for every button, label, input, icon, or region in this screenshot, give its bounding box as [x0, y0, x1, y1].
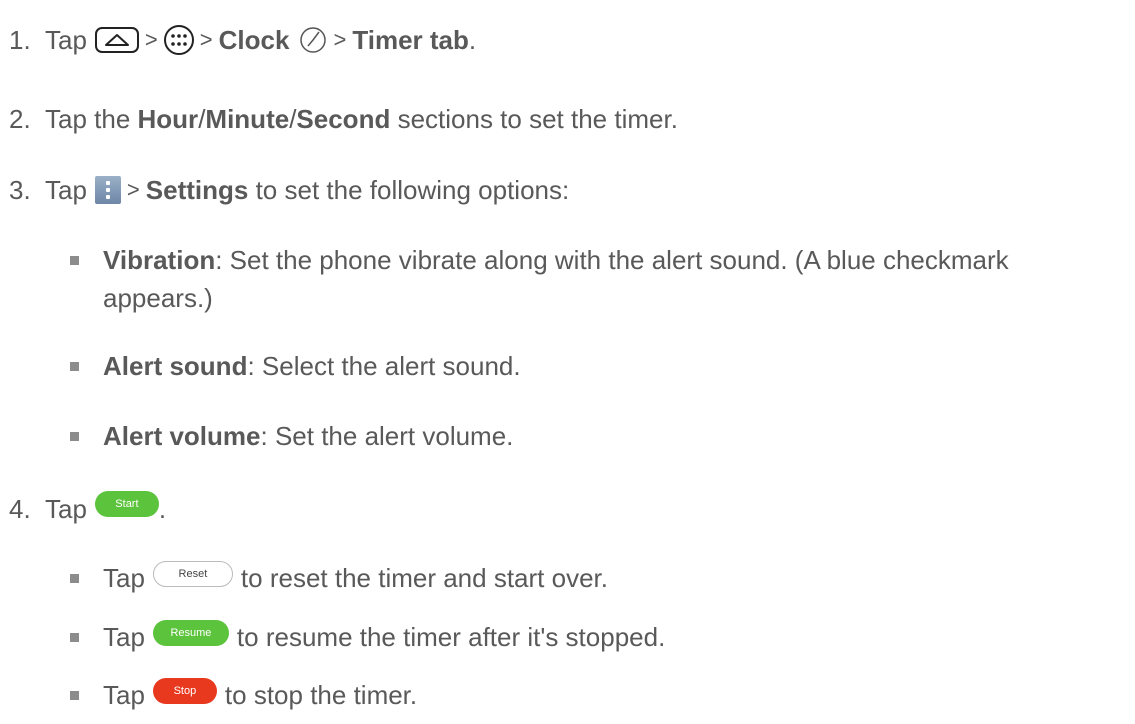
step-4: 4. Tap Start . [9, 491, 167, 525]
option-text: appears.) [103, 283, 213, 313]
option-text: : Set the phone vibrate along with the a… [215, 245, 1009, 275]
start-button: Start [94, 491, 159, 517]
option-label: Alert volume [103, 421, 261, 451]
option-vibration-continued: appears.) [103, 282, 213, 314]
option-alert-sound: Alert sound : Select the alert sound. [70, 350, 521, 382]
minute-label: Minute [205, 104, 290, 134]
separator: > [199, 27, 213, 52]
option-label: Alert sound [103, 351, 248, 381]
step-text: to set the following options: [248, 175, 570, 205]
step-text: Tap the [45, 104, 138, 134]
clock-label: Clock [218, 25, 290, 55]
slash: / [289, 104, 297, 134]
separator: > [126, 177, 140, 202]
reset-button: Reset [152, 561, 233, 587]
bullet [70, 690, 79, 700]
tap-text: Tap [45, 175, 87, 205]
option-text: : Set the alert volume. [260, 421, 514, 451]
substep-stop: Tap Stop to stop the timer. [70, 678, 418, 711]
option-label: Vibration [103, 245, 216, 275]
substep-text: to resume the timer after it's stopped. [236, 622, 666, 652]
tap-text: Tap [103, 622, 145, 652]
timer-tab-label: Timer tab [352, 25, 469, 55]
step-number: 2. [9, 104, 31, 134]
menu-icon [94, 176, 121, 204]
period: . [468, 25, 477, 55]
substep-text: to reset the timer and start over. [240, 563, 608, 593]
settings-label: Settings [145, 175, 249, 205]
home-key-icon [94, 27, 139, 53]
substep-reset: Tap Reset to reset the timer and start o… [70, 561, 608, 594]
step-number: 1. [9, 25, 31, 55]
step-3: 3. Tap > Settings to set the following o… [9, 174, 569, 206]
period: . [158, 494, 167, 524]
tap-text: Tap [103, 680, 145, 710]
step-number: 3. [9, 175, 31, 205]
tap-text: Tap [45, 25, 87, 55]
hour-label: Hour [137, 104, 199, 134]
step-1: 1. Tap > > Clock > Timer tab . [9, 24, 476, 56]
bullet [70, 255, 79, 265]
bullet [70, 632, 79, 642]
tap-text: Tap [103, 563, 145, 593]
option-vibration: Vibration : Set the phone vibrate along … [70, 244, 1009, 276]
resume-button: Resume [152, 620, 229, 646]
option-alert-volume: Alert volume : Set the alert volume. [70, 420, 513, 452]
second-label: Second [296, 104, 391, 134]
separator: > [144, 27, 158, 52]
stop-button: Stop [152, 678, 217, 704]
bullet [70, 361, 79, 371]
apps-icon [163, 25, 194, 55]
separator: > [333, 27, 347, 52]
clock-icon [299, 26, 327, 54]
step-2: 2. Tap the Hour / Minute / Second sectio… [9, 103, 678, 135]
tap-text: Tap [45, 494, 87, 524]
bullet [70, 573, 79, 583]
step-number: 4. [9, 494, 31, 524]
step-text: sections to set the timer. [390, 104, 678, 134]
slash: / [198, 104, 206, 134]
bullet [70, 431, 79, 441]
substep-text: to stop the timer. [224, 680, 418, 710]
substep-resume: Tap Resume to resume the timer after it'… [70, 620, 666, 653]
option-text: : Select the alert sound. [247, 351, 521, 381]
